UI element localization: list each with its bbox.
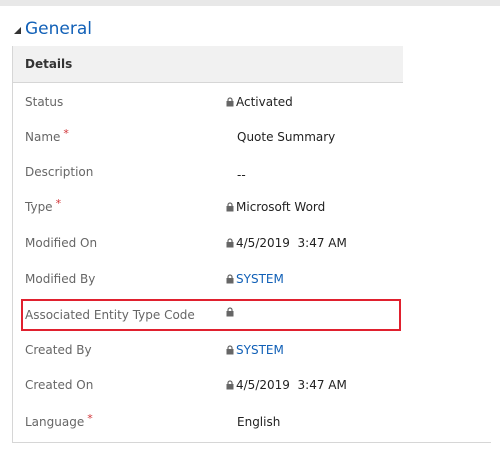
modified-on-value-text: 4/5/2019 3:47 AM <box>236 236 347 250</box>
details-header: Details <box>13 46 403 83</box>
created-by-label: Created By <box>25 343 92 357</box>
lock-icon <box>226 96 234 106</box>
modified-on-label: Modified On <box>25 236 98 250</box>
description-label: Description <box>25 165 94 179</box>
section-header-general[interactable]: General <box>13 16 92 42</box>
type-value-text: Microsoft Word <box>236 200 326 214</box>
status-value-text: Activated <box>236 95 293 109</box>
field-row-modified-on: Modified On 4/5/2019 3:47 AM <box>13 227 403 261</box>
highlight-box <box>21 299 401 331</box>
details-header-label: Details <box>25 57 73 71</box>
language-label-text: Language <box>25 415 85 429</box>
type-label-text: Type <box>25 200 53 214</box>
field-row-created-by: Created By SYSTEM <box>13 334 403 368</box>
created-on-label: Created On <box>25 378 94 392</box>
modified-on-value: 4/5/2019 3:47 AM <box>226 236 347 250</box>
field-row-name[interactable]: Name * Quote Summary <box>13 121 403 155</box>
created-on-value: 4/5/2019 3:47 AM <box>226 378 347 392</box>
language-label: Language * <box>25 412 93 429</box>
language-value[interactable]: English <box>237 415 280 429</box>
section-title: General <box>25 19 92 39</box>
modified-by-link[interactable]: SYSTEM <box>236 272 284 286</box>
field-row-description[interactable]: Description -- <box>13 156 403 190</box>
lock-icon <box>226 237 234 247</box>
lock-icon <box>226 201 234 211</box>
type-label: Type * <box>25 197 62 214</box>
details-panel: Details Status Activated Name * Quote Sum… <box>12 46 491 443</box>
modified-by-value: SYSTEM <box>226 272 284 286</box>
status-label: Status <box>25 95 64 109</box>
created-by-value: SYSTEM <box>226 343 284 357</box>
field-row-modified-by: Modified By SYSTEM <box>13 263 403 297</box>
required-marker: * <box>63 127 69 140</box>
modified-by-label: Modified By <box>25 272 96 286</box>
description-value[interactable]: -- <box>237 168 246 182</box>
name-value[interactable]: Quote Summary <box>237 130 335 144</box>
collapse-triangle-icon[interactable] <box>13 26 22 35</box>
name-label-text: Name <box>25 130 61 144</box>
required-marker: * <box>55 197 62 210</box>
field-row-created-on: Created On 4/5/2019 3:47 AM <box>13 369 403 403</box>
field-row-status: Status Activated <box>13 86 403 120</box>
type-value: Microsoft Word <box>226 200 325 214</box>
created-by-link[interactable]: SYSTEM <box>236 343 284 357</box>
top-bar <box>0 0 500 6</box>
lock-icon <box>226 379 234 389</box>
field-row-type: Type * Microsoft Word <box>13 191 403 225</box>
field-row-language[interactable]: Language * English <box>13 406 403 440</box>
lock-icon <box>226 344 234 354</box>
lock-icon <box>226 273 234 283</box>
status-value: Activated <box>226 95 293 109</box>
required-marker: * <box>87 412 93 425</box>
name-label: Name * <box>25 127 69 144</box>
created-on-value-text: 4/5/2019 3:47 AM <box>236 378 347 392</box>
